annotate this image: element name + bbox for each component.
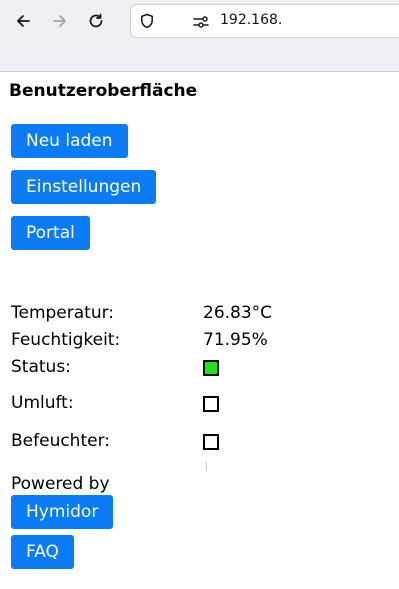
back-button[interactable] [10, 8, 36, 34]
forward-button[interactable] [47, 8, 73, 34]
circulation-label: Umluft: [11, 393, 74, 413]
circulation-indicator [203, 396, 219, 412]
url-bar[interactable]: 192.168. [130, 4, 399, 38]
humidifier-indicator [203, 434, 219, 450]
faq-button[interactable]: FAQ [11, 535, 74, 569]
arrow-right-icon [53, 15, 66, 27]
shield-icon[interactable] [139, 13, 155, 29]
humidity-label: Feuchtigkeit: [11, 330, 121, 350]
humidity-value: 71.95% [203, 330, 268, 350]
page-title: Benutzeroberfläche [9, 81, 198, 101]
reload-icon [89, 13, 103, 28]
arrow-left-icon [17, 15, 30, 27]
hymidor-button[interactable]: Hymidor [11, 495, 114, 529]
page-content: Benutzeroberfläche Neu laden Einstellung… [0, 72, 399, 589]
reload-button[interactable] [83, 8, 109, 34]
status-label: Status: [11, 357, 71, 377]
divider-mark [206, 462, 207, 470]
permissions-icon[interactable] [193, 15, 209, 29]
url-text[interactable]: 192.168. [220, 12, 282, 28]
powered-by-label: Powered by [11, 474, 110, 494]
status-indicator [203, 360, 219, 376]
settings-button[interactable]: Einstellungen [11, 170, 157, 204]
reload-page-button[interactable]: Neu laden [11, 124, 128, 158]
browser-toolbar: 192.168. [0, 0, 399, 72]
portal-button[interactable]: Portal [11, 216, 90, 250]
temperature-label: Temperatur: [11, 303, 115, 323]
temperature-value: 26.83°C [203, 303, 273, 323]
humidifier-label: Befeuchter: [11, 431, 111, 451]
